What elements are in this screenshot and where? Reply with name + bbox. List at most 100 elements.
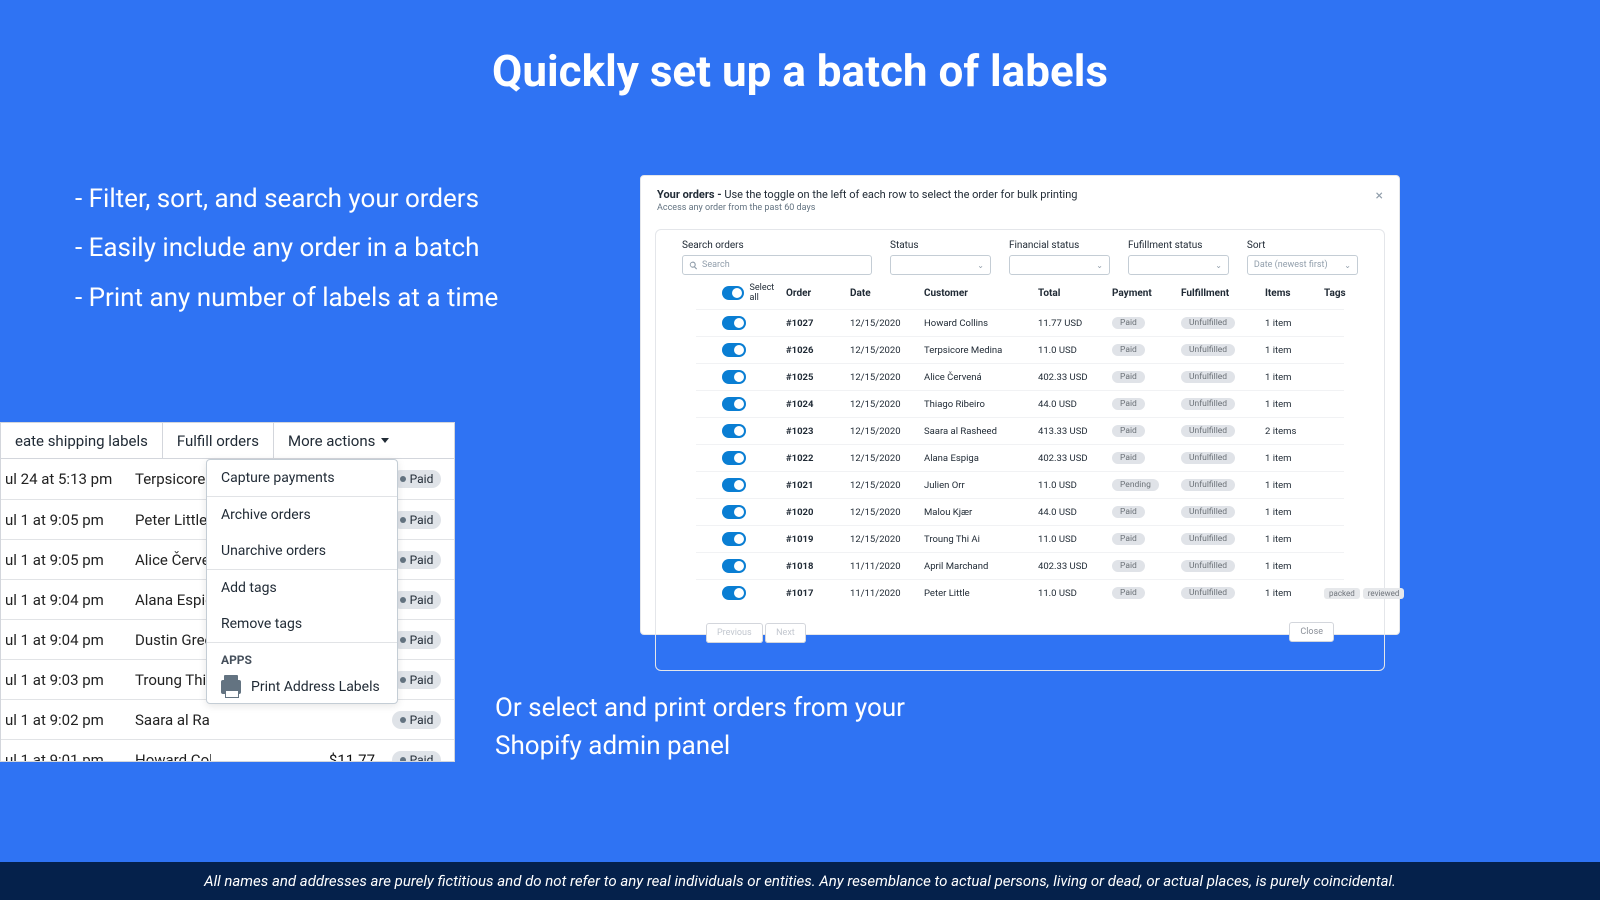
- fulfillment-badge: Unfulfilled: [1181, 506, 1235, 518]
- cell-order[interactable]: #1024: [786, 399, 846, 410]
- cell-total: 11.77 USD: [1038, 318, 1108, 329]
- table-row[interactable]: ul 1 at 9:01 pmHoward Collins$11.77Paid: [1, 739, 454, 762]
- fulfillment-status-select[interactable]: ⌄: [1128, 255, 1229, 275]
- shopify-admin-snippet: eate shipping labels Fulfill orders More…: [0, 422, 455, 762]
- financial-status-select[interactable]: ⌄: [1009, 255, 1110, 275]
- menu-item-remove-tags[interactable]: Remove tags: [207, 606, 397, 642]
- menu-item-archive-orders[interactable]: Archive orders: [207, 497, 397, 533]
- create-shipping-labels-button[interactable]: eate shipping labels: [1, 423, 163, 458]
- menu-item-print-address-labels[interactable]: Print Address Labels: [207, 671, 397, 703]
- row-toggle[interactable]: [722, 451, 746, 465]
- cell-total: 44.0 USD: [1038, 399, 1108, 410]
- row-toggle[interactable]: [722, 343, 746, 357]
- payment-badge: Pending: [1112, 479, 1159, 491]
- fulfillment-status-label: Fufillment status: [1128, 240, 1229, 251]
- fulfill-orders-button[interactable]: Fulfill orders: [163, 423, 274, 458]
- table-row: #102512/15/2020Alice Červená402.33 USDPa…: [696, 363, 1344, 390]
- bullet-item: - Filter, sort, and search your orders: [75, 175, 498, 224]
- table-row: #102312/15/2020Saara al Rasheed413.33 US…: [696, 417, 1344, 444]
- select-all-toggle[interactable]: [722, 286, 744, 300]
- cell-order[interactable]: #1026: [786, 345, 846, 356]
- close-icon[interactable]: ×: [1376, 188, 1383, 204]
- cell-order[interactable]: #1025: [786, 372, 846, 383]
- cell-order[interactable]: #1019: [786, 534, 846, 545]
- order-time: ul 1 at 9:01 pm: [1, 751, 131, 763]
- grid-header: Select all Order Date Customer Total Pay…: [696, 277, 1344, 309]
- table-row[interactable]: ul 1 at 9:02 pmSaara al RaPaid: [1, 699, 454, 739]
- cell-customer: Malou Kjær: [924, 507, 1034, 518]
- button-label: Fulfill orders: [177, 432, 259, 450]
- button-label: More actions: [288, 432, 375, 450]
- panel-title-rest: Use the toggle on the left of each row t…: [724, 188, 1077, 201]
- paid-badge: Paid: [392, 511, 442, 529]
- cell-total: 44.0 USD: [1038, 507, 1108, 518]
- close-button[interactable]: Close: [1289, 622, 1334, 642]
- cell-items: 1 item: [1265, 561, 1320, 572]
- payment-badge: Paid: [1112, 452, 1145, 464]
- row-toggle[interactable]: [722, 532, 746, 546]
- cell-order[interactable]: #1022: [786, 453, 846, 464]
- cell-date: 12/15/2020: [850, 453, 920, 464]
- fulfillment-badge: Unfulfilled: [1181, 425, 1235, 437]
- paid-badge: Paid: [392, 671, 442, 689]
- paid-badge: Paid: [392, 631, 442, 649]
- cell-order[interactable]: #1023: [786, 426, 846, 437]
- fulfillment-badge: Unfulfilled: [1181, 479, 1235, 491]
- cell-items: 1 item: [1265, 453, 1320, 464]
- row-toggle[interactable]: [722, 370, 746, 384]
- search-placeholder: Search: [702, 260, 730, 270]
- sort-select[interactable]: Date (newest first)⌄: [1247, 255, 1358, 275]
- order-amount: $11.77: [319, 751, 379, 763]
- payment-badge: Paid: [1112, 344, 1145, 356]
- search-icon: [689, 261, 698, 270]
- fulfillment-badge: Unfulfilled: [1181, 398, 1235, 410]
- search-input[interactable]: Search: [682, 255, 872, 275]
- menu-item-unarchive-orders[interactable]: Unarchive orders: [207, 533, 397, 569]
- page-headline: Quickly set up a batch of labels: [0, 0, 1600, 97]
- financial-status-label: Financial status: [1009, 240, 1110, 251]
- previous-button[interactable]: Previous: [706, 623, 763, 643]
- menu-item-capture-payments[interactable]: Capture payments: [207, 460, 397, 496]
- paid-badge: Paid: [392, 711, 442, 729]
- order-time: ul 24 at 5:13 pm: [1, 470, 131, 488]
- row-toggle[interactable]: [722, 586, 746, 600]
- next-button[interactable]: Next: [765, 623, 806, 643]
- panel-title-bold: Your orders -: [657, 188, 724, 201]
- cell-customer: Thiago Ribeiro: [924, 399, 1034, 410]
- search-label: Search orders: [682, 240, 872, 251]
- cell-order[interactable]: #1018: [786, 561, 846, 572]
- payment-badge: Paid: [1112, 560, 1145, 572]
- row-toggle[interactable]: [722, 316, 746, 330]
- chevron-down-icon: ⌄: [1344, 261, 1351, 270]
- select-all-label: Select all: [750, 283, 782, 303]
- row-toggle[interactable]: [722, 424, 746, 438]
- order-tag: packed: [1324, 588, 1360, 599]
- cell-order[interactable]: #1021: [786, 480, 846, 491]
- cell-order[interactable]: #1027: [786, 318, 846, 329]
- order-tag: reviewed: [1363, 588, 1405, 599]
- row-toggle[interactable]: [722, 478, 746, 492]
- cell-total: 11.0 USD: [1038, 345, 1108, 356]
- payment-badge: Paid: [1112, 587, 1145, 599]
- more-actions-button[interactable]: More actions: [274, 423, 403, 458]
- cell-customer: April Marchand: [924, 561, 1034, 572]
- cell-order[interactable]: #1017: [786, 588, 846, 599]
- row-toggle[interactable]: [722, 505, 746, 519]
- fulfillment-badge: Unfulfilled: [1181, 533, 1235, 545]
- cell-items: 1 item: [1265, 399, 1320, 410]
- cell-customer: Alana Espiga: [924, 453, 1034, 464]
- order-customer: Saara al Ra: [131, 711, 211, 729]
- cell-customer: Alice Červená: [924, 372, 1034, 383]
- order-customer: Troung Thi: [131, 671, 211, 689]
- status-select[interactable]: ⌄: [890, 255, 991, 275]
- col-payment: Payment: [1112, 288, 1177, 299]
- table-row: #101711/11/2020Peter Little11.0 USDPaidU…: [696, 579, 1344, 606]
- row-toggle[interactable]: [722, 397, 746, 411]
- row-toggle[interactable]: [722, 559, 746, 573]
- order-time: ul 1 at 9:05 pm: [1, 551, 131, 569]
- caption-line: Or select and print orders from your: [495, 690, 905, 728]
- paid-badge: Paid: [392, 591, 442, 609]
- paid-badge: Paid: [392, 470, 442, 488]
- menu-item-add-tags[interactable]: Add tags: [207, 570, 397, 606]
- cell-order[interactable]: #1020: [786, 507, 846, 518]
